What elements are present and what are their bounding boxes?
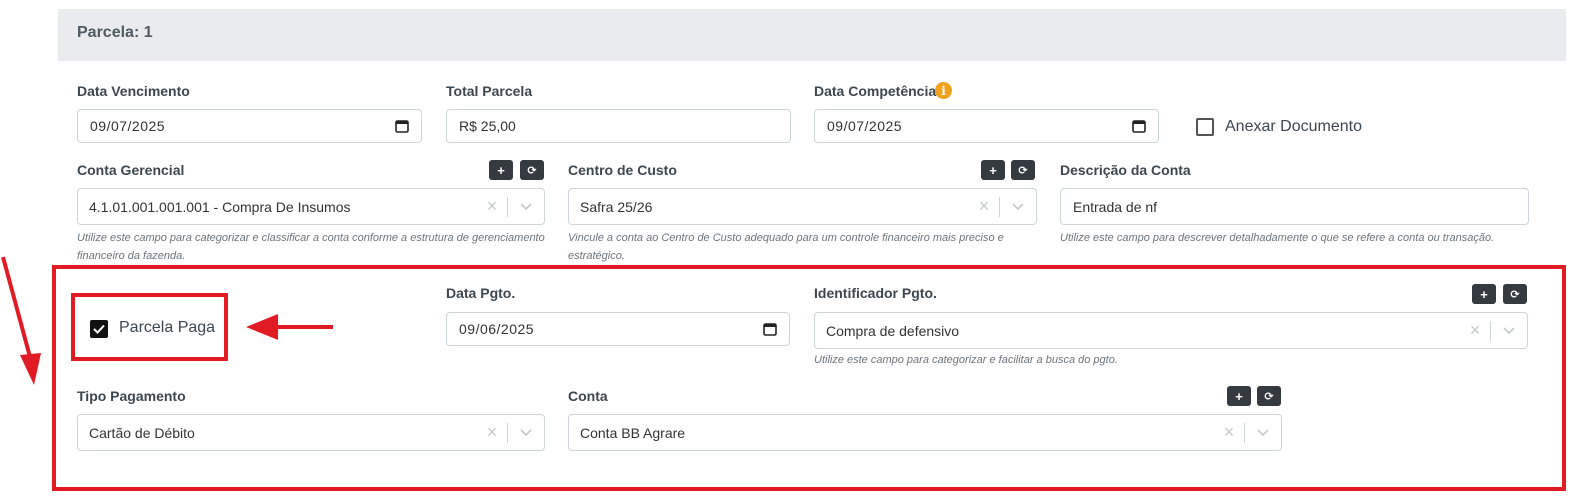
calendar-icon[interactable]: [763, 322, 777, 336]
data-pgto-label: Data Pgto.: [446, 285, 516, 301]
tipo-pagamento-label: Tipo Pagamento: [77, 388, 186, 404]
identificador-pgto-add-button[interactable]: +: [1472, 284, 1496, 304]
parcela-paga-checkbox[interactable]: [90, 320, 108, 338]
identificador-pgto-label: Identificador Pgto.: [814, 285, 937, 301]
tipo-pagamento-value: Cartão de Débito: [89, 424, 195, 441]
conta-refresh-button[interactable]: ⟳: [1257, 386, 1281, 406]
diagonal-arrow: [1, 256, 41, 385]
left-arrow: [246, 314, 333, 340]
chevron-down-icon[interactable]: [1245, 428, 1281, 437]
chevron-down-icon[interactable]: [508, 428, 544, 437]
identificador-pgto-select[interactable]: Compra de defensivo ×: [814, 312, 1528, 349]
tipo-pagamento-select[interactable]: Cartão de Débito ×: [77, 414, 545, 451]
chevron-down-icon[interactable]: [1491, 326, 1527, 335]
conta-select[interactable]: Conta BB Agrare ×: [568, 414, 1282, 451]
clear-icon[interactable]: ×: [477, 422, 507, 443]
data-pgto-value: 09/06/2025: [459, 321, 535, 337]
conta-label: Conta: [568, 388, 608, 404]
conta-add-button[interactable]: +: [1227, 386, 1251, 406]
check-icon: [93, 324, 105, 334]
identificador-pgto-value: Compra de defensivo: [826, 322, 960, 339]
clear-icon[interactable]: ×: [1460, 320, 1490, 341]
conta-value: Conta BB Agrare: [580, 424, 686, 441]
parcela-paga-label[interactable]: Parcela Paga: [119, 319, 215, 337]
data-pgto-input[interactable]: 09/06/2025: [446, 312, 790, 346]
clear-icon[interactable]: ×: [1214, 422, 1244, 443]
identificador-pgto-help: Utilize este campo para categorizar e fa…: [814, 354, 1118, 366]
identificador-pgto-refresh-button[interactable]: ⟳: [1503, 284, 1527, 304]
